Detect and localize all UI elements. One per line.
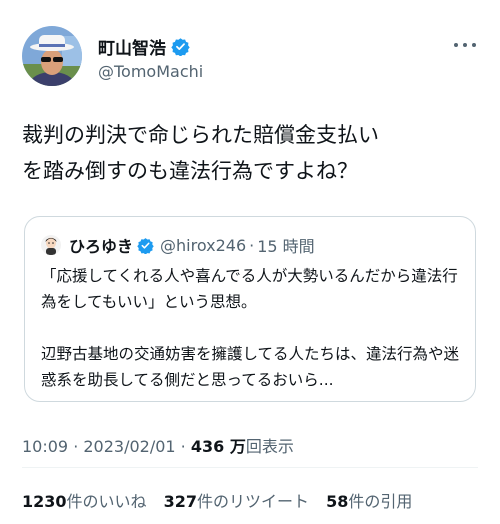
likes-label: 件のいいね	[66, 492, 147, 511]
quoted-tweet[interactable]: ひろゆき @hirox246 · 15 時間 「応援してくれる人や喜んでる人が大…	[24, 216, 476, 402]
quoted-author-name: ひろゆき	[69, 237, 134, 256]
tweet-time[interactable]: 10:09	[22, 437, 68, 456]
tweet-meta: 10:09 · 2023/02/01 · 436 万回表示	[22, 433, 294, 457]
retweets-stat[interactable]: 327件のリツイート	[164, 492, 309, 511]
more-options-icon[interactable]	[454, 38, 476, 52]
separator-dot: ·	[68, 437, 84, 456]
verified-badge-icon	[171, 37, 190, 57]
tweet-text: 裁判の判決で命じられた賠償金支払い を踏み倒すのも違法行為ですよね？	[22, 123, 379, 183]
author-name-row[interactable]: 町山智浩	[98, 34, 190, 59]
quoted-author-handle: @hirox246	[160, 235, 247, 255]
separator-dot: ·	[175, 437, 191, 456]
quoted-tweet-header: ひろゆき @hirox246 · 15 時間	[41, 233, 315, 257]
likes-count: 1230	[22, 492, 67, 511]
quoted-author-avatar	[41, 235, 61, 255]
quotes-stat[interactable]: 58件の引用	[326, 492, 412, 511]
quoted-tweet-time: 15 時間	[257, 237, 315, 256]
retweets-count: 327	[163, 492, 198, 511]
engagement-stats: 1230件のいいね 327件のリツイート 58件の引用	[22, 488, 424, 512]
quotes-label: 件の引用	[348, 492, 413, 511]
author-avatar[interactable]	[22, 26, 82, 86]
avatar-image	[22, 26, 82, 86]
retweets-label: 件のリツイート	[197, 492, 310, 511]
likes-stat[interactable]: 1230件のいいね	[22, 492, 147, 511]
author-name[interactable]: 町山智浩	[98, 34, 166, 59]
quotes-count: 58	[326, 492, 349, 511]
views-label: 回表示	[245, 437, 294, 456]
verified-badge-icon	[137, 237, 154, 254]
tweet-date[interactable]: 2023/02/01	[83, 437, 175, 456]
separator-dot: ·	[249, 235, 255, 255]
divider	[22, 467, 478, 468]
views-count: 436 万	[190, 437, 246, 456]
quoted-tweet-text: 「応援してくれる人や喜んでる人が大勢いるんだから違法行為をしてもいい」という思想…	[41, 267, 460, 389]
author-handle[interactable]: @TomoMachi	[98, 62, 203, 81]
